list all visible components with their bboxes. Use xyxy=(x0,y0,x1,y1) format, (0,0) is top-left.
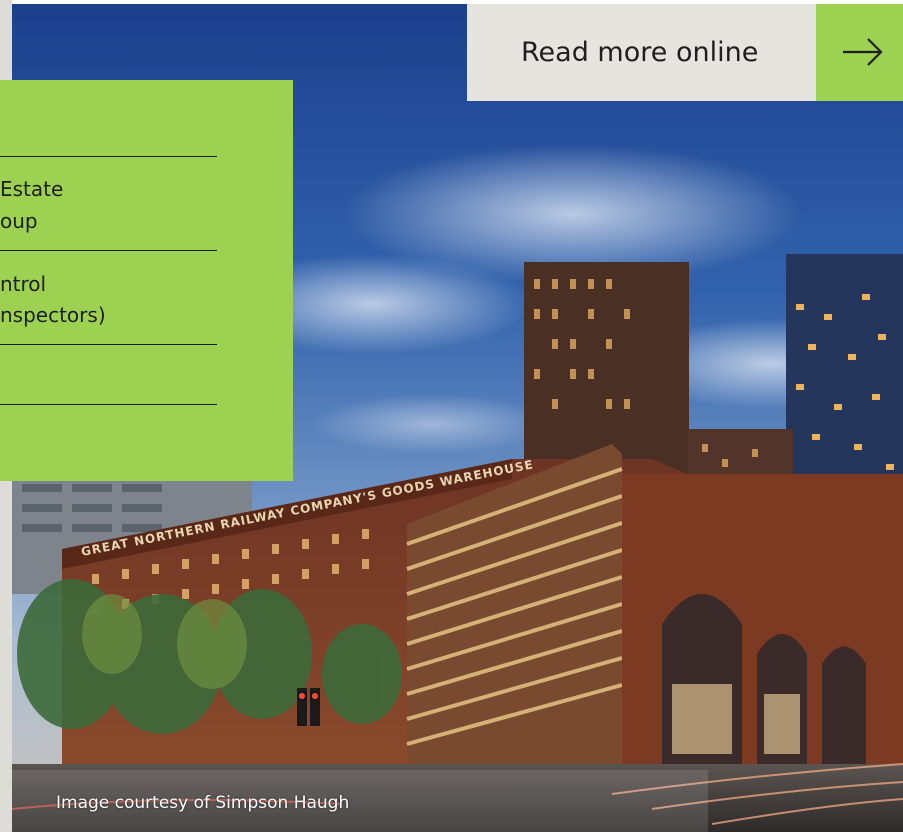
image-caption: Image courtesy of Simpson Haugh xyxy=(56,793,350,813)
card-text-line: nspectors) xyxy=(0,303,106,327)
card-divider xyxy=(0,404,217,405)
card-text-line: oup xyxy=(0,209,38,233)
card-divider xyxy=(0,156,217,157)
arrow-right-icon xyxy=(843,38,883,66)
read-more-link[interactable]: Read more online xyxy=(467,4,903,101)
page: GREAT NORTHERN RAILWAY COMPANY'S GOODS W… xyxy=(0,0,903,832)
read-more-label-box[interactable]: Read more online xyxy=(467,4,816,101)
card-divider xyxy=(0,250,217,251)
card-text-line: ntrol xyxy=(0,272,47,296)
read-more-arrow-button[interactable] xyxy=(816,4,903,101)
read-more-label[interactable]: Read more online xyxy=(521,35,758,71)
card-divider xyxy=(0,344,217,345)
card-text-line: Estate xyxy=(0,177,64,201)
info-card: Estate oup ntrol nspectors) xyxy=(0,80,293,481)
